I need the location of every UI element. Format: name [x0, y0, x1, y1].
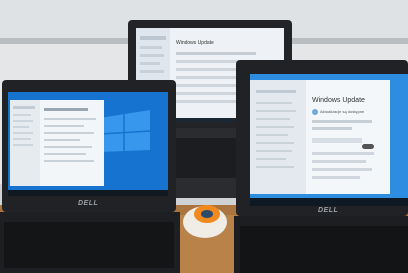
left-dell-logo: DELL: [78, 200, 98, 207]
left-taskbar: [8, 190, 168, 196]
right-taskbar: [250, 198, 408, 206]
left-laptop: DELL: [0, 80, 180, 273]
left-keyboard: [4, 222, 174, 268]
right-status-line: Aktualizacje są dostępne: [320, 109, 365, 114]
right-settings-sidebar: [250, 80, 306, 194]
right-dell-logo: DELL: [318, 207, 338, 214]
right-keyboard: [240, 226, 408, 273]
center-screen-title: Windows Update: [176, 40, 214, 46]
right-laptop: Windows Update Aktualizacje są dostępne …: [234, 60, 408, 273]
left-settings-sidebar: [10, 100, 40, 186]
right-screen-title: Windows Update: [312, 97, 365, 104]
photo-scene: Windows Update DELL Windows Update Aktua…: [0, 0, 408, 273]
